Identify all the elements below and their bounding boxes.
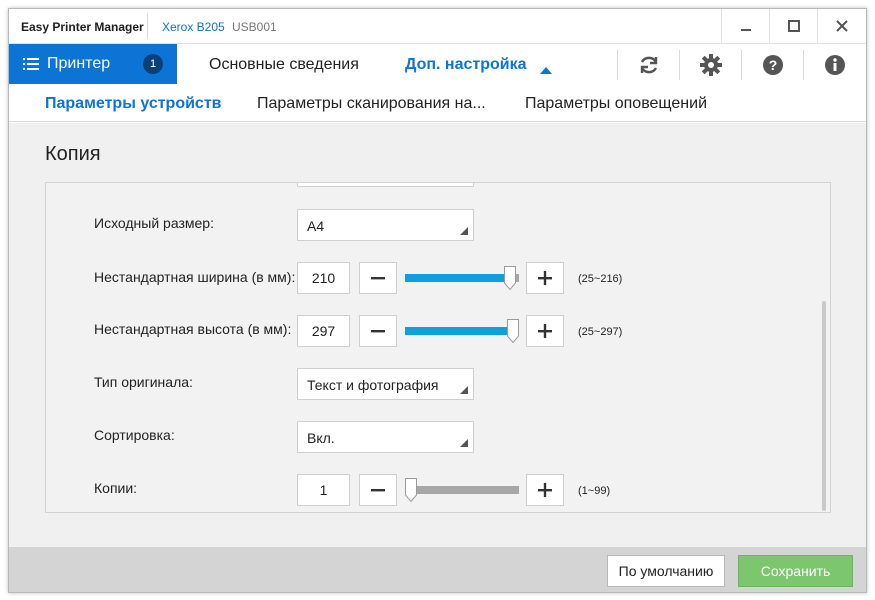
custom-width-slider-fill [405, 274, 510, 282]
collation-value: Вкл. [307, 430, 335, 446]
info-icon[interactable] [822, 52, 848, 78]
plus-icon [538, 483, 552, 497]
original-size-label: Исходный размер: [94, 215, 214, 231]
header-divider [679, 50, 680, 80]
dropdown-corner-icon [460, 227, 468, 235]
close-icon [835, 20, 848, 32]
custom-width-slider-thumb[interactable] [503, 266, 516, 290]
minus-icon [371, 277, 385, 280]
custom-height-slider-thumb[interactable] [507, 319, 519, 343]
footer-bar: По умолчанию Сохранить [9, 547, 866, 592]
plus-icon [538, 271, 552, 285]
header-bar: Принтер 1 Основные сведения Доп. настрой… [9, 44, 866, 84]
custom-height-label: Нестандартная высота (в мм): [94, 321, 292, 337]
tab-device-settings[interactable]: Параметры устройств [45, 95, 222, 113]
gear-icon[interactable] [698, 52, 724, 78]
custom-height-slider[interactable] [405, 319, 519, 343]
original-type-value: Текст и фотография [307, 377, 439, 393]
minimize-button[interactable] [721, 9, 769, 43]
header-divider [617, 50, 618, 80]
header-divider [741, 50, 742, 80]
content-area: Копия Исходный размер: A4 Нестандартная … [9, 123, 866, 547]
minimize-icon [740, 29, 751, 31]
custom-height-slider-fill [405, 327, 513, 335]
title-bar: Easy Printer Manager Xerox B205 USB001 [9, 9, 866, 44]
copies-range: (1~99) [578, 485, 611, 497]
title-divider [147, 13, 148, 39]
list-icon [23, 57, 39, 71]
custom-height-range: (25~297) [578, 326, 623, 338]
sub-tab-bar: Параметры устройств Параметры сканирован… [9, 84, 866, 122]
tab-alert-settings[interactable]: Параметры оповещений [525, 95, 707, 113]
printer-tab-label: Принтер [47, 55, 111, 72]
settings-panel: Исходный размер: A4 Нестандартная ширина… [45, 182, 831, 513]
panel-scrollbar[interactable] [822, 301, 826, 511]
plus-icon [538, 324, 552, 338]
custom-width-label: Нестандартная ширина (в мм): [94, 269, 296, 285]
custom-height-decrease-button[interactable] [359, 315, 397, 347]
svg-text:?: ? [769, 57, 778, 73]
copies-increase-button[interactable] [526, 474, 564, 506]
minus-icon [371, 489, 385, 492]
original-size-value: A4 [307, 218, 325, 234]
app-title: Easy Printer Manager [21, 20, 144, 34]
save-button[interactable]: Сохранить [738, 555, 853, 587]
app-window: Easy Printer Manager Xerox B205 USB001 П… [8, 8, 867, 593]
custom-width-decrease-button[interactable] [359, 262, 397, 294]
maximize-button[interactable] [769, 9, 817, 43]
copies-slider[interactable] [405, 478, 519, 502]
custom-width-increase-button[interactable] [526, 262, 564, 294]
original-size-select[interactable]: A4 [297, 209, 474, 241]
custom-width-range: (25~216) [578, 273, 623, 285]
help-icon[interactable]: ? [760, 52, 786, 78]
tab-scan-settings[interactable]: Параметры сканирования на... [257, 95, 486, 113]
copies-decrease-button[interactable] [359, 474, 397, 506]
custom-width-slider[interactable] [405, 266, 519, 290]
device-port: USB001 [232, 20, 277, 34]
copies-slider-thumb[interactable] [405, 478, 417, 502]
custom-width-value[interactable]: 210 [297, 262, 350, 294]
header-divider [803, 50, 804, 80]
collation-select[interactable]: Вкл. [297, 421, 474, 453]
refresh-icon[interactable] [636, 52, 662, 78]
minus-icon [371, 330, 385, 333]
copies-label: Копии: [94, 480, 138, 496]
tab-advanced-settings[interactable]: Доп. настройка [405, 56, 527, 74]
section-title: Копия [45, 143, 101, 165]
dropdown-corner-icon [460, 439, 468, 447]
original-type-label: Тип оригинала: [94, 374, 193, 390]
restore-defaults-button[interactable]: По умолчанию [607, 555, 725, 587]
tab-basic-info[interactable]: Основные сведения [209, 56, 359, 74]
close-button[interactable] [817, 9, 865, 43]
printer-tab[interactable]: Принтер 1 [9, 44, 177, 84]
collation-label: Сортировка: [94, 427, 175, 443]
device-name[interactable]: Xerox B205 [162, 20, 225, 34]
custom-height-value[interactable]: 297 [297, 315, 350, 347]
dropdown-corner-icon [460, 386, 468, 394]
previous-select[interactable] [297, 183, 474, 187]
maximize-icon [787, 20, 800, 32]
original-type-select[interactable]: Текст и фотография [297, 368, 474, 400]
printer-count-badge: 1 [143, 54, 163, 74]
copies-value[interactable]: 1 [297, 474, 350, 506]
caret-up-icon [540, 67, 552, 74]
custom-height-increase-button[interactable] [526, 315, 564, 347]
